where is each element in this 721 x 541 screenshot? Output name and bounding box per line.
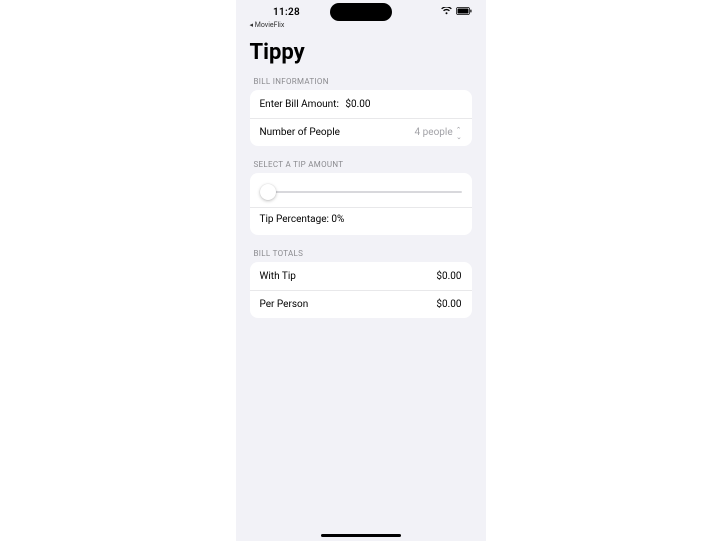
app-title: Tippy: [250, 40, 472, 65]
section-header-bill-info: BILL INFORMATION: [254, 77, 468, 86]
phone-screen: 11:28 ◂ MovieFlix Tippy BILL INFORMATION…: [236, 0, 486, 541]
people-stepper[interactable]: 4 people ⌃⌃: [415, 127, 462, 138]
bill-amount-row[interactable]: Enter Bill Amount: $0.00: [250, 90, 472, 118]
content: Tippy BILL INFORMATION Enter Bill Amount…: [236, 24, 486, 318]
per-person-value: $0.00: [436, 299, 461, 310]
wifi-icon: [441, 7, 452, 18]
with-tip-label: With Tip: [260, 271, 296, 282]
home-indicator[interactable]: [321, 534, 401, 537]
people-row[interactable]: Number of People 4 people ⌃⌃: [250, 118, 472, 146]
tip-percentage-label: Tip Percentage: 0%: [260, 214, 345, 225]
tip-slider[interactable]: [260, 183, 462, 201]
section-header-tip: SELECT A TIP AMOUNT: [254, 160, 468, 169]
totals-card: With Tip $0.00 Per Person $0.00: [250, 262, 472, 318]
status-right: [398, 7, 472, 18]
people-value: 4 people: [415, 127, 453, 138]
section-header-totals: BILL TOTALS: [254, 249, 468, 258]
notch: [330, 3, 392, 21]
bill-info-card: Enter Bill Amount: $0.00 Number of Peopl…: [250, 90, 472, 146]
slider-thumb[interactable]: [260, 184, 276, 200]
stepper-chevrons-icon: ⌃⌃: [456, 128, 462, 138]
people-label: Number of People: [260, 127, 340, 138]
status-time: 11:28: [273, 7, 300, 18]
with-tip-row: With Tip $0.00: [250, 262, 472, 290]
per-person-label: Per Person: [260, 299, 309, 310]
slider-track-line: [260, 191, 462, 193]
status-bar: 11:28 ◂ MovieFlix: [236, 0, 486, 24]
per-person-row: Per Person $0.00: [250, 290, 472, 318]
with-tip-value: $0.00: [436, 271, 461, 282]
bill-amount-value: $0.00: [345, 99, 370, 110]
tip-slider-row: [250, 173, 472, 207]
tip-card: Tip Percentage: 0%: [250, 173, 472, 235]
bill-amount-label: Enter Bill Amount: $0.00: [260, 99, 371, 110]
battery-icon: [456, 7, 472, 18]
tip-percentage-row: Tip Percentage: 0%: [250, 207, 472, 235]
back-to-app[interactable]: ◂ MovieFlix: [250, 21, 285, 29]
status-left: 11:28 ◂ MovieFlix: [250, 7, 324, 18]
